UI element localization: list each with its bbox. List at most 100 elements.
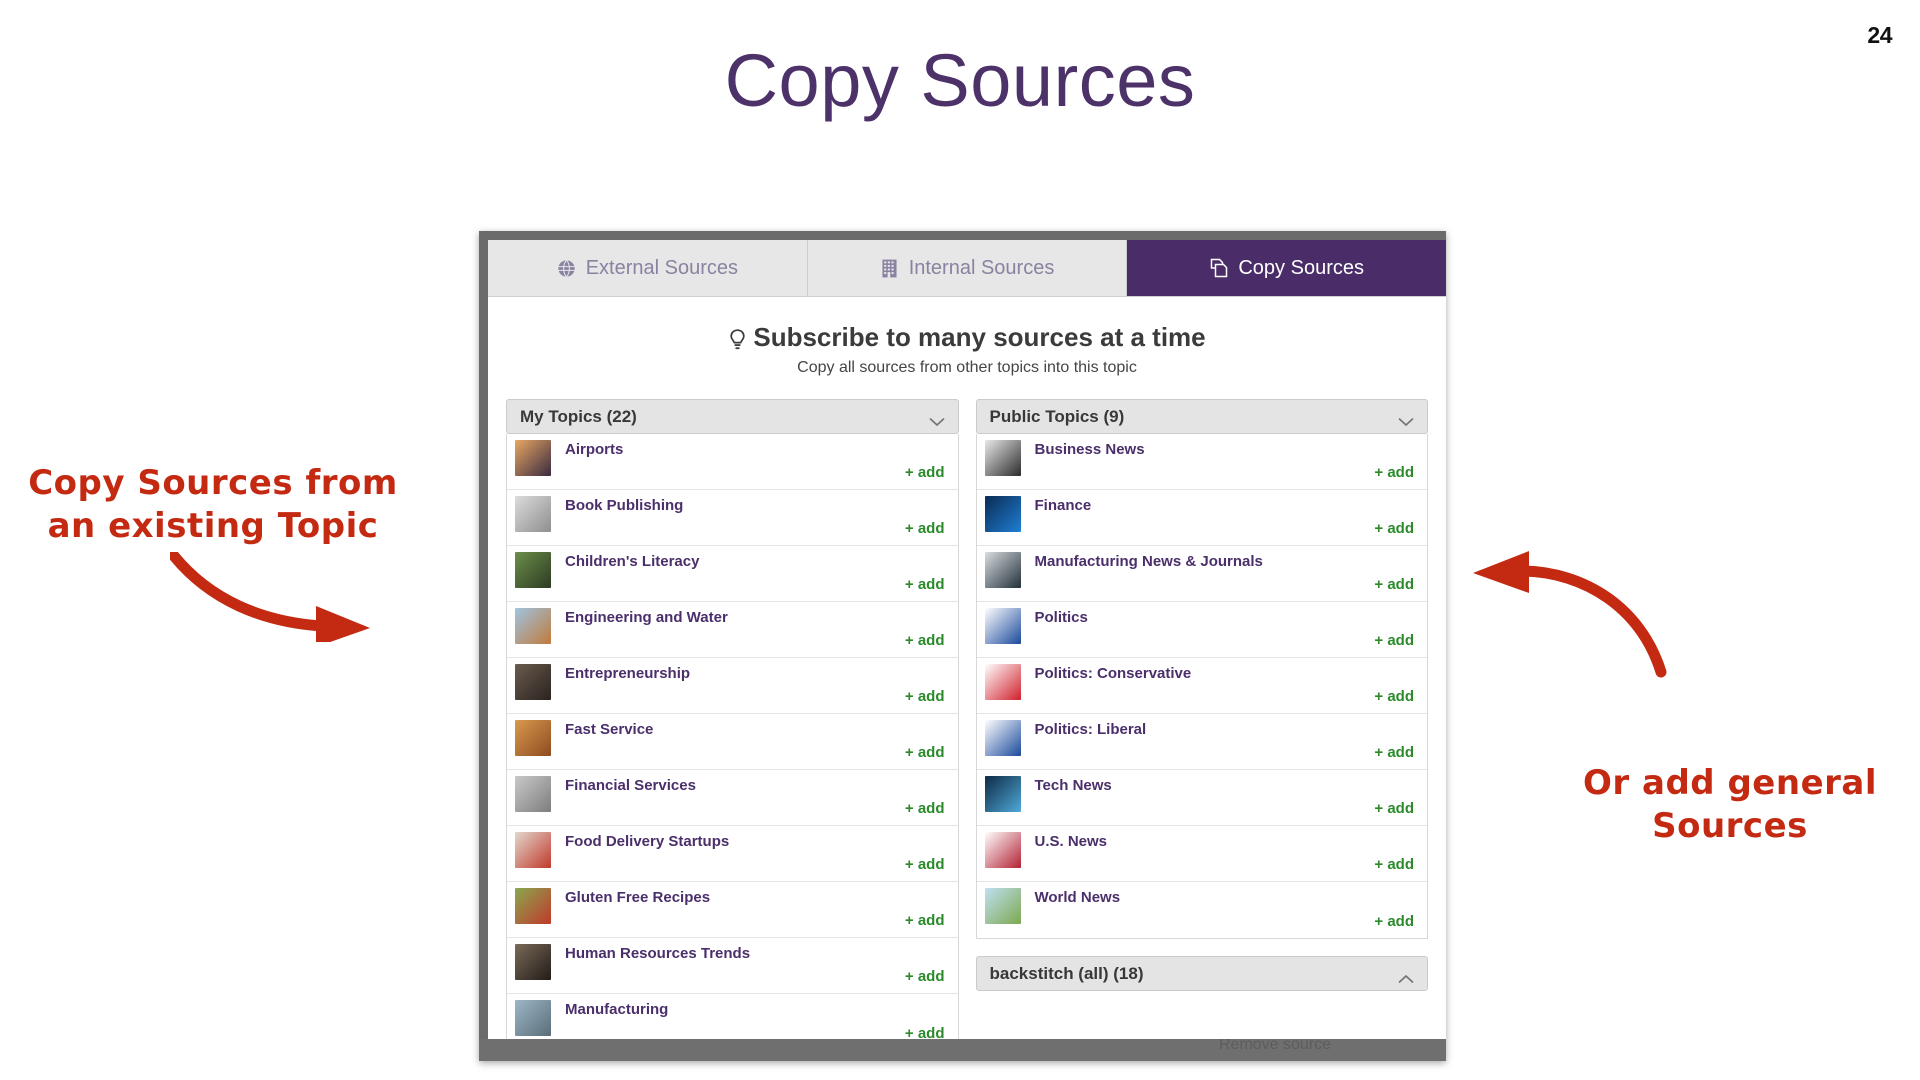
- topic-row[interactable]: Politics: Conservative + add: [976, 658, 1427, 714]
- topic-row[interactable]: Manufacturing + add: [507, 994, 958, 1039]
- topic-name: Human Resources Trends: [565, 945, 751, 962]
- chevron-up-icon[interactable]: [1398, 969, 1414, 983]
- add-topic-button[interactable]: + add: [1374, 856, 1414, 873]
- topic-row[interactable]: Manufacturing News & Journals + add: [976, 546, 1427, 602]
- page-title: Copy Sources: [724, 39, 1196, 122]
- topic-row[interactable]: Book Publishing + add: [507, 490, 958, 546]
- backstitch-all-group-header[interactable]: backstitch (all) (18): [975, 956, 1428, 991]
- add-topic-button[interactable]: + add: [905, 520, 945, 537]
- finance-thumb: [984, 496, 1021, 532]
- tab-copy-sources-label: Copy Sources: [1238, 256, 1364, 279]
- chevron-down-icon[interactable]: [929, 412, 945, 426]
- engineering-water-thumb: [515, 608, 551, 644]
- topic-name: Book Publishing: [565, 497, 684, 514]
- food-delivery-thumb: [515, 832, 551, 868]
- topic-row[interactable]: Food Delivery Startups + add: [507, 826, 958, 882]
- add-topic-button[interactable]: + add: [1374, 688, 1414, 705]
- topic-row[interactable]: Fast Service + add: [507, 714, 958, 770]
- hr-trends-thumb: [515, 944, 551, 980]
- book-publishing-thumb: [515, 496, 551, 532]
- topic-row[interactable]: U.S. News + add: [976, 826, 1427, 882]
- tab-external-sources-label: External Sources: [585, 256, 738, 279]
- topic-row[interactable]: Financial Services + add: [507, 770, 958, 826]
- topic-name: U.S. News: [1034, 833, 1108, 850]
- politics-thumb: [984, 608, 1021, 644]
- add-topic-button[interactable]: + add: [905, 688, 945, 705]
- topic-name: Politics: Liberal: [1034, 721, 1147, 738]
- add-topic-button[interactable]: + add: [1374, 464, 1414, 481]
- topic-name: Financial Services: [565, 777, 696, 794]
- my-topics-column: My Topics (22) Airports + add Book Publish…: [506, 399, 959, 1039]
- topic-name: Airports: [565, 441, 624, 458]
- manufacturing-thumb: [515, 1000, 551, 1036]
- topic-row[interactable]: Tech News + add: [976, 770, 1427, 826]
- topic-row[interactable]: World News + add: [977, 882, 1428, 938]
- public-topics-group-label: Public Topics (9): [989, 406, 1125, 426]
- copy-pages-icon: [1209, 258, 1229, 278]
- topic-name: Food Delivery Startups: [565, 833, 730, 850]
- topic-row[interactable]: Gluten Free Recipes + add: [507, 882, 958, 938]
- add-topic-button[interactable]: + add: [1374, 913, 1414, 930]
- add-topic-button[interactable]: + add: [905, 464, 945, 481]
- topic-row[interactable]: Politics: Liberal + add: [976, 714, 1427, 770]
- topic-row[interactable]: Politics + add: [976, 602, 1427, 658]
- add-topic-button[interactable]: + add: [905, 912, 945, 929]
- business-news-thumb: [984, 440, 1021, 476]
- my-topics-list: Airports + add Book Publishing + add Childre…: [506, 434, 959, 1039]
- topic-row[interactable]: Human Resources Trends + add: [507, 938, 958, 994]
- add-topic-button[interactable]: + add: [905, 800, 945, 817]
- republican-elephant-thumb: [984, 664, 1021, 700]
- backstitch-all-label: backstitch (all) (18): [989, 963, 1144, 983]
- topic-row[interactable]: Finance + add: [976, 490, 1427, 546]
- tab-internal-sources-label: Internal Sources: [908, 256, 1055, 279]
- add-topic-button[interactable]: + add: [905, 1025, 945, 1039]
- topic-row[interactable]: Engineering and Water + add: [507, 602, 958, 658]
- my-topics-group-header[interactable]: My Topics (22): [506, 399, 959, 434]
- topic-name: Gluten Free Recipes: [565, 889, 711, 906]
- add-topic-button[interactable]: + add: [1374, 576, 1414, 593]
- topic-name: Entrepreneurship: [565, 665, 691, 682]
- panel-subheading: Copy all sources from other topics into …: [797, 359, 1137, 376]
- globe-icon: [557, 258, 577, 278]
- annotation-left-arrow-icon: [170, 552, 370, 642]
- window-bottom-band: Remove source: [479, 1039, 1446, 1061]
- tab-copy-sources[interactable]: Copy Sources: [1127, 240, 1446, 296]
- topic-row[interactable]: Entrepreneurship + add: [507, 658, 958, 714]
- topic-name: Manufacturing News & Journals: [1034, 553, 1263, 570]
- public-topics-group-header[interactable]: Public Topics (9): [975, 399, 1428, 434]
- window-content: External Sources Internal Sources Copy S…: [488, 240, 1446, 1039]
- app-window: External Sources Internal Sources Copy S…: [479, 231, 1446, 1061]
- panel-heading-text: Subscribe to many sources at a time: [753, 322, 1206, 352]
- window-clipped-footer-text: Remove source: [1219, 1039, 1332, 1053]
- add-topic-button[interactable]: + add: [905, 856, 945, 873]
- add-topic-button[interactable]: + add: [1374, 520, 1414, 537]
- topic-name: Manufacturing: [565, 1001, 669, 1018]
- panel-heading-block: Subscribe to many sources at a time Copy…: [488, 297, 1446, 377]
- topic-row[interactable]: Airports + add: [507, 434, 958, 490]
- democrat-donkey-thumb: [984, 720, 1021, 756]
- add-topic-button[interactable]: + add: [905, 744, 945, 761]
- chevron-down-icon[interactable]: [1398, 412, 1414, 426]
- annotation-left-text: Copy Sources from an existing Topic: [28, 463, 398, 547]
- add-topic-button[interactable]: + add: [905, 968, 945, 985]
- add-topic-button[interactable]: + add: [1374, 744, 1414, 761]
- topic-name: Tech News: [1034, 777, 1112, 794]
- childrens-literacy-thumb: [515, 552, 551, 588]
- add-topic-button[interactable]: + add: [1374, 632, 1414, 649]
- tech-news-thumb: [984, 776, 1021, 812]
- topic-name: World News: [1034, 889, 1121, 906]
- tab-external-sources[interactable]: External Sources: [488, 240, 808, 296]
- topic-name: Engineering and Water: [565, 609, 728, 626]
- add-topic-button[interactable]: + add: [1374, 800, 1414, 817]
- airport-sunset-thumb: [515, 440, 551, 476]
- us-flag-thumb: [984, 832, 1021, 868]
- panel-heading: Subscribe to many sources at a time: [488, 322, 1446, 353]
- add-topic-button[interactable]: + add: [905, 576, 945, 593]
- add-topic-button[interactable]: + add: [905, 632, 945, 649]
- tab-internal-sources[interactable]: Internal Sources: [807, 240, 1128, 296]
- topic-row[interactable]: Children's Literacy + add: [507, 546, 958, 602]
- world-map-thumb: [984, 888, 1021, 924]
- entrepreneurship-thumb: [515, 664, 551, 700]
- topic-name: Fast Service: [565, 721, 654, 738]
- topic-row[interactable]: Business News + add: [976, 434, 1427, 490]
